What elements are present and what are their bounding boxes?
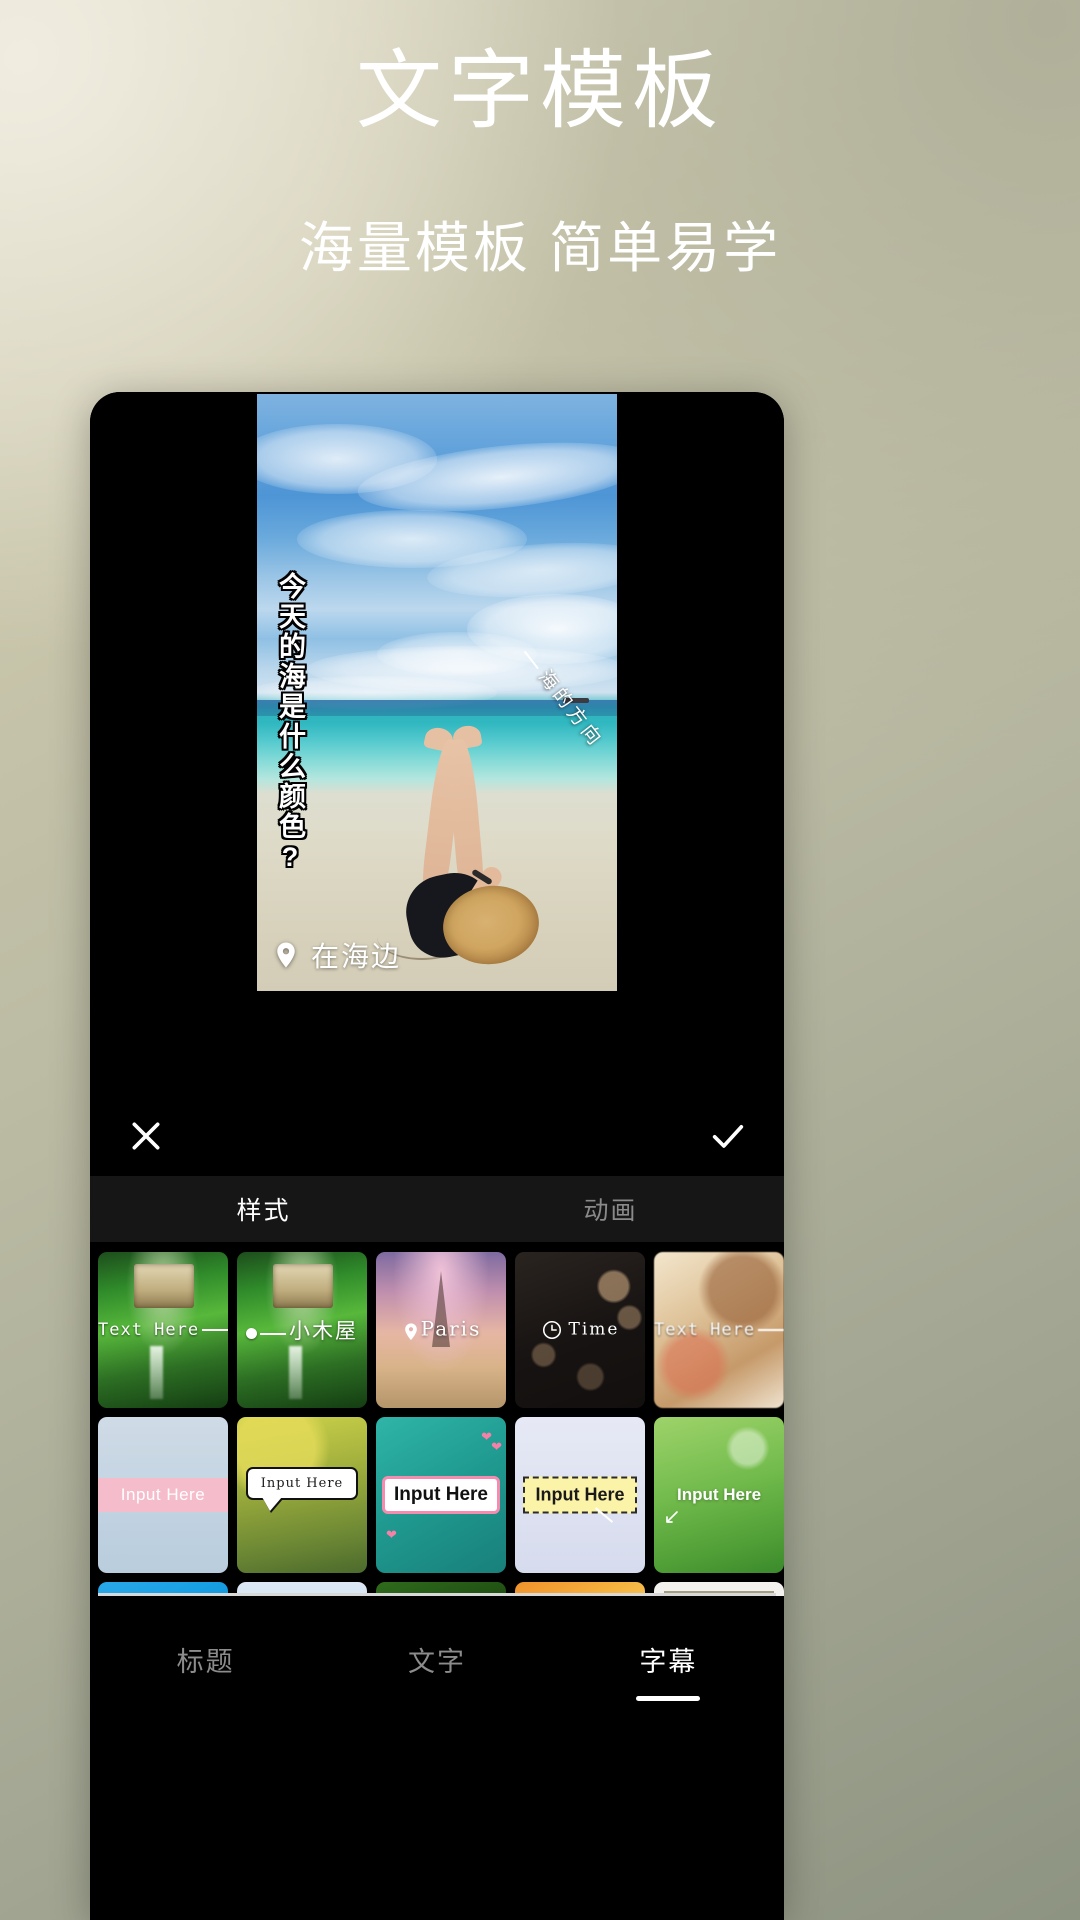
template-caption: Time (515, 1319, 645, 1341)
template-thumb[interactable]: Time (515, 1252, 645, 1408)
page-subtitle: 海量模板 简单易学 (298, 216, 782, 279)
grid-scroll-indicator[interactable] (98, 1593, 776, 1596)
arrow-icon (666, 1511, 678, 1524)
template-caption-label: Input Here (394, 1484, 488, 1505)
template-caption-label: 小木屋 (289, 1320, 358, 1343)
template-caption-label: Paris (420, 1316, 482, 1341)
page-title: 文字模板 (356, 43, 724, 139)
location-pin-icon (404, 1322, 417, 1340)
template-row: Input Here Input Here ❤ ❤ ❤ Input Here I… (98, 1417, 784, 1573)
cloud-shape (377, 632, 537, 676)
cloud-shape (354, 431, 617, 523)
cloud-shape (425, 536, 617, 604)
template-row: Text Here 小木屋 Paris Time Text Here (98, 1252, 784, 1408)
template-caption: 小木屋 (237, 1315, 367, 1345)
heart-icon: ❤ (386, 1527, 397, 1542)
mode-tab-bar: 样式 动画 (90, 1176, 784, 1242)
template-thumb[interactable]: Input Here (237, 1417, 367, 1573)
heart-icon: ❤ (491, 1439, 502, 1454)
template-caption-label: Text Here (654, 1320, 756, 1340)
template-caption-label: Text Here (98, 1320, 200, 1340)
active-indicator (636, 1695, 701, 1701)
template-caption-label: Input Here (535, 1484, 625, 1505)
nav-item-text[interactable]: 文字 (321, 1640, 552, 1693)
template-caption: Paris (376, 1317, 506, 1344)
template-caption: Input Here (98, 1485, 228, 1505)
template-thumb[interactable]: Text Here (654, 1252, 784, 1408)
template-grid[interactable]: Text Here 小木屋 Paris Time Text Here Input… (90, 1242, 784, 1596)
cancel-button[interactable] (126, 1116, 166, 1156)
bottom-nav-bar: 标题 文字 字幕 (90, 1596, 784, 1736)
leader-line-icon (523, 650, 539, 670)
leader-line-icon (260, 1332, 286, 1335)
preview-vertical-caption[interactable]: 今天的海是什么颜色? (271, 572, 310, 875)
speech-bubble-shape: Input Here (246, 1466, 358, 1500)
template-caption-label: Time (568, 1319, 620, 1340)
location-pin-icon (277, 942, 295, 968)
dashed-label-shape: Input Here (523, 1476, 637, 1514)
preview-photo: 今天的海是什么颜色? 海的方向 在海边 (257, 394, 617, 991)
preview-location-caption[interactable]: 在海边 (271, 935, 401, 975)
cloud-shape (257, 424, 437, 494)
cloud-shape (297, 510, 527, 568)
template-thumb[interactable]: Input Here (98, 1417, 228, 1573)
nav-item-title[interactable]: 标题 (90, 1640, 321, 1693)
template-caption-label: Input Here (676, 1485, 762, 1504)
leader-line-icon (758, 1329, 784, 1331)
nav-item-label: 标题 (176, 1646, 235, 1677)
nav-item-label: 字幕 (639, 1646, 698, 1677)
tab-style[interactable]: 样式 (90, 1191, 437, 1227)
leader-dot-icon (246, 1328, 257, 1340)
template-thumb[interactable]: Input Here (654, 1417, 784, 1573)
template-thumb[interactable]: Text Here (98, 1252, 228, 1408)
nav-item-label: 文字 (407, 1646, 466, 1677)
template-caption: Text Here (654, 1320, 784, 1340)
speech-bubble-shape: Input Here (382, 1476, 500, 1514)
leader-line-icon (202, 1329, 228, 1331)
template-thumb[interactable]: ❤ ❤ ❤ Input Here (376, 1417, 506, 1573)
template-caption-label: Input Here (120, 1485, 206, 1504)
phone-mockup: 今天的海是什么颜色? 海的方向 在海边 样式 动画 Text Here 小木屋 … (90, 392, 784, 1920)
template-caption: Input Here (654, 1485, 784, 1505)
preview-diagonal-caption[interactable]: 海的方向 (516, 641, 611, 752)
template-thumb[interactable]: 小木屋 (237, 1252, 367, 1408)
template-thumb[interactable]: Input Here (515, 1417, 645, 1573)
promo-page: 文字模板 海量模板 简单易学 今天的海是什么颜色? 海的方向 在海边 样式 动画… (0, 0, 1080, 1920)
close-x-icon (132, 1122, 160, 1150)
nav-item-subtitle[interactable]: 字幕 (553, 1640, 784, 1701)
template-caption-label: Input Here (260, 1475, 344, 1491)
promo-header: 文字模板 海量模板 简单易学 (0, 42, 1080, 281)
preview-stage: 今天的海是什么颜色? 海的方向 在海边 (90, 392, 784, 1096)
location-label: 在海边 (311, 941, 402, 972)
tab-animation[interactable]: 动画 (437, 1191, 784, 1227)
template-thumb[interactable]: Paris (376, 1252, 506, 1408)
editor-action-bar (90, 1096, 784, 1176)
template-caption: Text Here (98, 1320, 228, 1340)
check-icon (712, 1125, 744, 1148)
clock-icon (542, 1320, 561, 1340)
confirm-button[interactable] (708, 1116, 748, 1156)
